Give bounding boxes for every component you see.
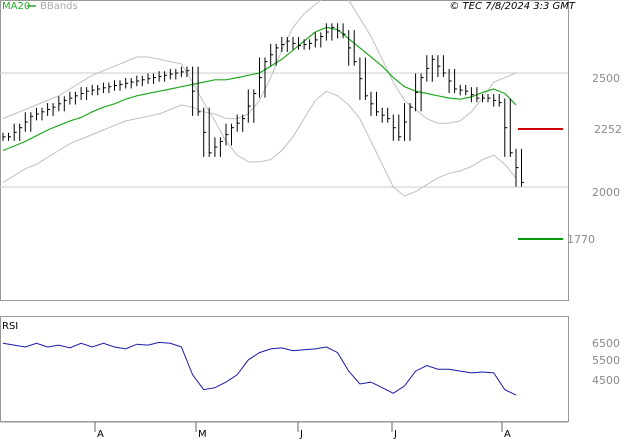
x-tick-label: A bbox=[97, 429, 104, 440]
legend-bb: BBands bbox=[40, 1, 78, 12]
x-tick-label: A bbox=[504, 429, 511, 440]
source-label: © TEC 7/8/2024 3:3 GMT bbox=[449, 1, 576, 12]
x-tick-label: J bbox=[393, 429, 397, 440]
y-tick-2000: 2000 bbox=[592, 186, 620, 199]
x-axis-ticks: AMJJA bbox=[94, 422, 511, 440]
x-tick-label: M bbox=[198, 429, 207, 440]
resistance-label: 2252 bbox=[594, 123, 622, 136]
rsi-panel bbox=[0, 316, 569, 422]
legend: MA20 BBands bbox=[2, 1, 78, 12]
rsi-tick-4500: 4500 bbox=[592, 374, 620, 387]
y-tick-2500: 2500 bbox=[592, 72, 620, 85]
x-tick-label: J bbox=[299, 429, 303, 440]
rsi-label: RSI bbox=[2, 321, 18, 332]
rsi-tick-5500: 5500 bbox=[592, 354, 620, 367]
chart-canvas: MA20 BBands © TEC 7/8/2024 3:3 GMT 2500 … bbox=[0, 0, 622, 440]
legend-ma: MA20 bbox=[2, 1, 30, 12]
rsi-tick-6500: 6500 bbox=[592, 337, 620, 350]
support-label: 1770 bbox=[567, 233, 595, 246]
